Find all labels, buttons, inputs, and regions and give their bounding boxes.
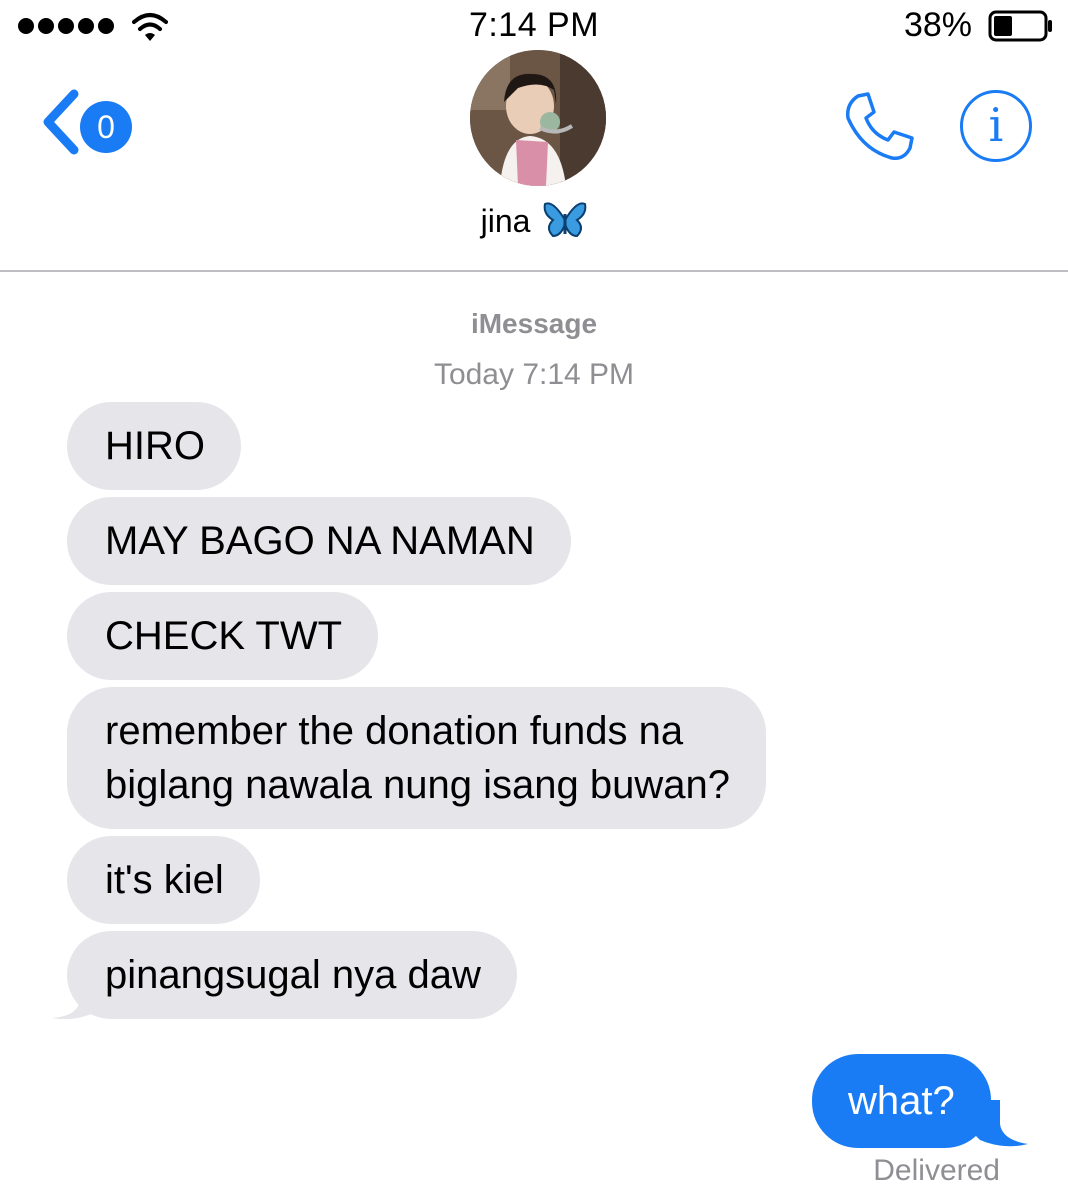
message-text-line: remember the donation funds na	[105, 709, 684, 753]
phone-call-icon[interactable]	[842, 90, 916, 164]
info-button[interactable]: i	[960, 90, 1032, 162]
incoming-message-bubble[interactable]: remember the donation funds na biglang n…	[67, 687, 766, 829]
message-text: it's kiel	[105, 858, 224, 902]
message-text: HIRO	[105, 424, 205, 468]
back-button[interactable]: 0	[40, 86, 140, 158]
message-text: MAY BAGO NA NAMAN	[105, 519, 535, 563]
incoming-message-bubble[interactable]: it's kiel	[67, 836, 260, 924]
service-label: iMessage	[470, 308, 598, 339]
incoming-message-bubble[interactable]: pinangsugal nya daw	[67, 931, 517, 1019]
info-icon: i	[988, 98, 1004, 152]
incoming-message-bubble[interactable]: HIRO	[67, 402, 241, 490]
message-text: pinangsugal nya daw	[105, 953, 481, 997]
status-bar: 7:14 PM 38%	[0, 0, 1068, 56]
blue-butterfly-icon	[544, 202, 587, 238]
battery-percent: 38%	[903, 6, 972, 44]
message-text: CHECK TWT	[105, 614, 343, 658]
contact-name[interactable]: jina	[0, 200, 1068, 240]
contact-avatar[interactable]	[470, 50, 606, 186]
battery-icon	[988, 10, 1052, 42]
incoming-message-bubble[interactable]: CHECK TWT	[67, 592, 379, 680]
chevron-left-icon	[43, 89, 79, 155]
contact-name-text: jina	[480, 203, 531, 239]
delivery-status: Delivered	[873, 1154, 1000, 1187]
message-text-line: biglang nawala nung isang buwan?	[105, 763, 730, 807]
incoming-message-bubble[interactable]: MAY BAGO NA NAMAN	[67, 497, 571, 585]
outgoing-message-bubble[interactable]: what?	[812, 1054, 991, 1148]
avatar-photo	[470, 50, 606, 186]
thread-timestamp: Today 7:14 PM	[433, 358, 635, 391]
conversation-header: 0 jina i	[0, 50, 1068, 272]
unread-count-badge: 0	[80, 101, 132, 153]
message-text: what?	[848, 1079, 955, 1123]
